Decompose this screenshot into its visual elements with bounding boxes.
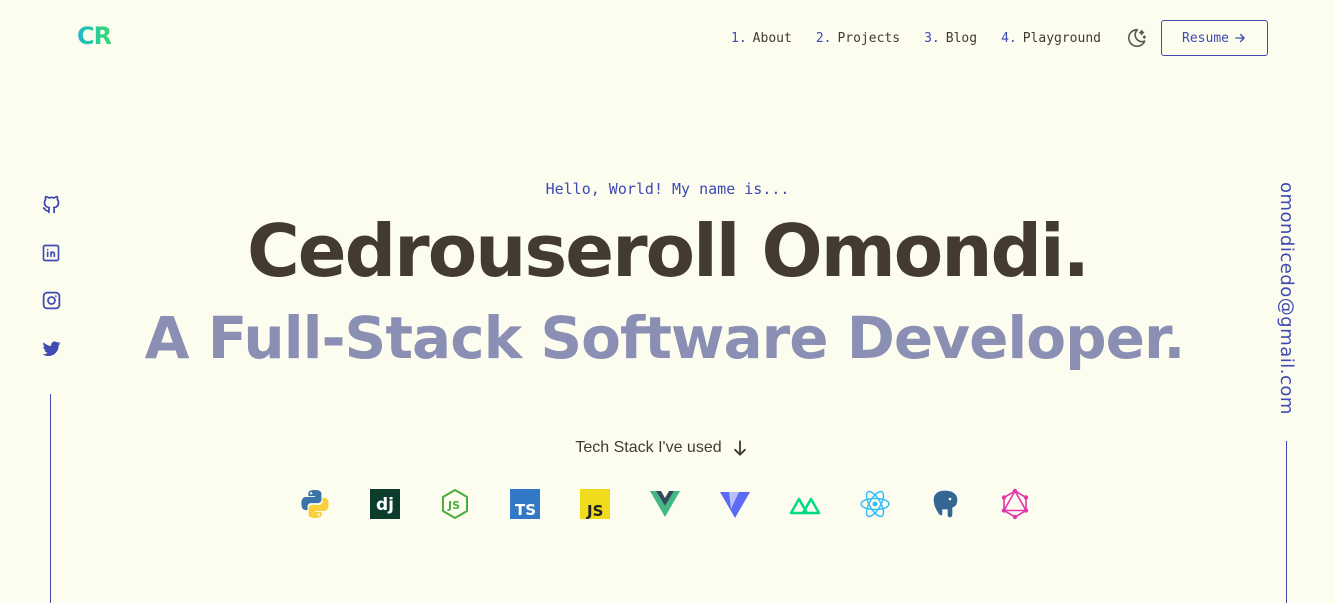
- nav-item-label: Projects: [837, 30, 901, 46]
- svg-text:TS: TS: [515, 501, 536, 519]
- arrow-right-icon: [1235, 33, 1245, 43]
- nav-item-about[interactable]: 1. About: [731, 31, 792, 46]
- hero-greeting: Hello, World! My name is...: [545, 180, 790, 198]
- hero-name: Cedrouseroll Omondi.: [246, 209, 1090, 293]
- vue-icon: [648, 487, 682, 521]
- graphql-icon: [998, 487, 1032, 521]
- nav-item-label: About: [752, 30, 792, 46]
- theme-toggle-button[interactable]: [1125, 26, 1149, 50]
- nav-item-number: 4.: [1001, 30, 1017, 46]
- react-icon: [858, 487, 892, 521]
- nav-item-number: 2.: [815, 30, 832, 46]
- nuxt-icon: [788, 487, 822, 521]
- right-divider-line: [1286, 441, 1287, 603]
- nav-item-number: 1.: [731, 30, 747, 46]
- svg-text:dj: dj: [376, 495, 394, 515]
- svg-text:JS: JS: [447, 499, 460, 512]
- resume-button[interactable]: Resume: [1161, 20, 1268, 56]
- resume-button-label: Resume: [1182, 30, 1229, 46]
- vite-icon: [718, 487, 752, 521]
- javascript-icon: JS: [578, 487, 612, 521]
- python-icon: [298, 487, 332, 521]
- left-divider-line: [50, 394, 51, 603]
- tech-stack-heading: Tech Stack I've used: [0, 438, 1325, 458]
- tech-stack-title: Tech Stack I've used: [575, 439, 722, 456]
- moon-stars-icon: [1127, 28, 1147, 48]
- hero-tagline: A Full-Stack Software Developer.: [144, 304, 1186, 372]
- nav-item-projects[interactable]: 2. Projects: [816, 31, 900, 46]
- nav-item-playground[interactable]: 4. Playground: [1001, 31, 1101, 46]
- nav-item-number: 3.: [924, 30, 940, 46]
- nav-item-label: Blog: [945, 30, 978, 46]
- tech-stack-icons: dj JS TS JS: [298, 487, 1032, 521]
- django-icon: dj: [368, 487, 402, 521]
- nav-item-label: Playground: [1022, 30, 1101, 46]
- nodejs-icon: JS: [438, 487, 472, 521]
- postgresql-icon: [928, 487, 962, 521]
- svg-text:JS: JS: [586, 502, 603, 519]
- logo[interactable]: CR: [77, 22, 112, 50]
- arrow-down-icon: [733, 440, 746, 456]
- nav-item-blog[interactable]: 3. Blog: [924, 31, 977, 46]
- typescript-icon: TS: [508, 487, 542, 521]
- top-nav: 1. About 2. Projects 3. Blog 4. Playground R…: [731, 20, 1268, 56]
